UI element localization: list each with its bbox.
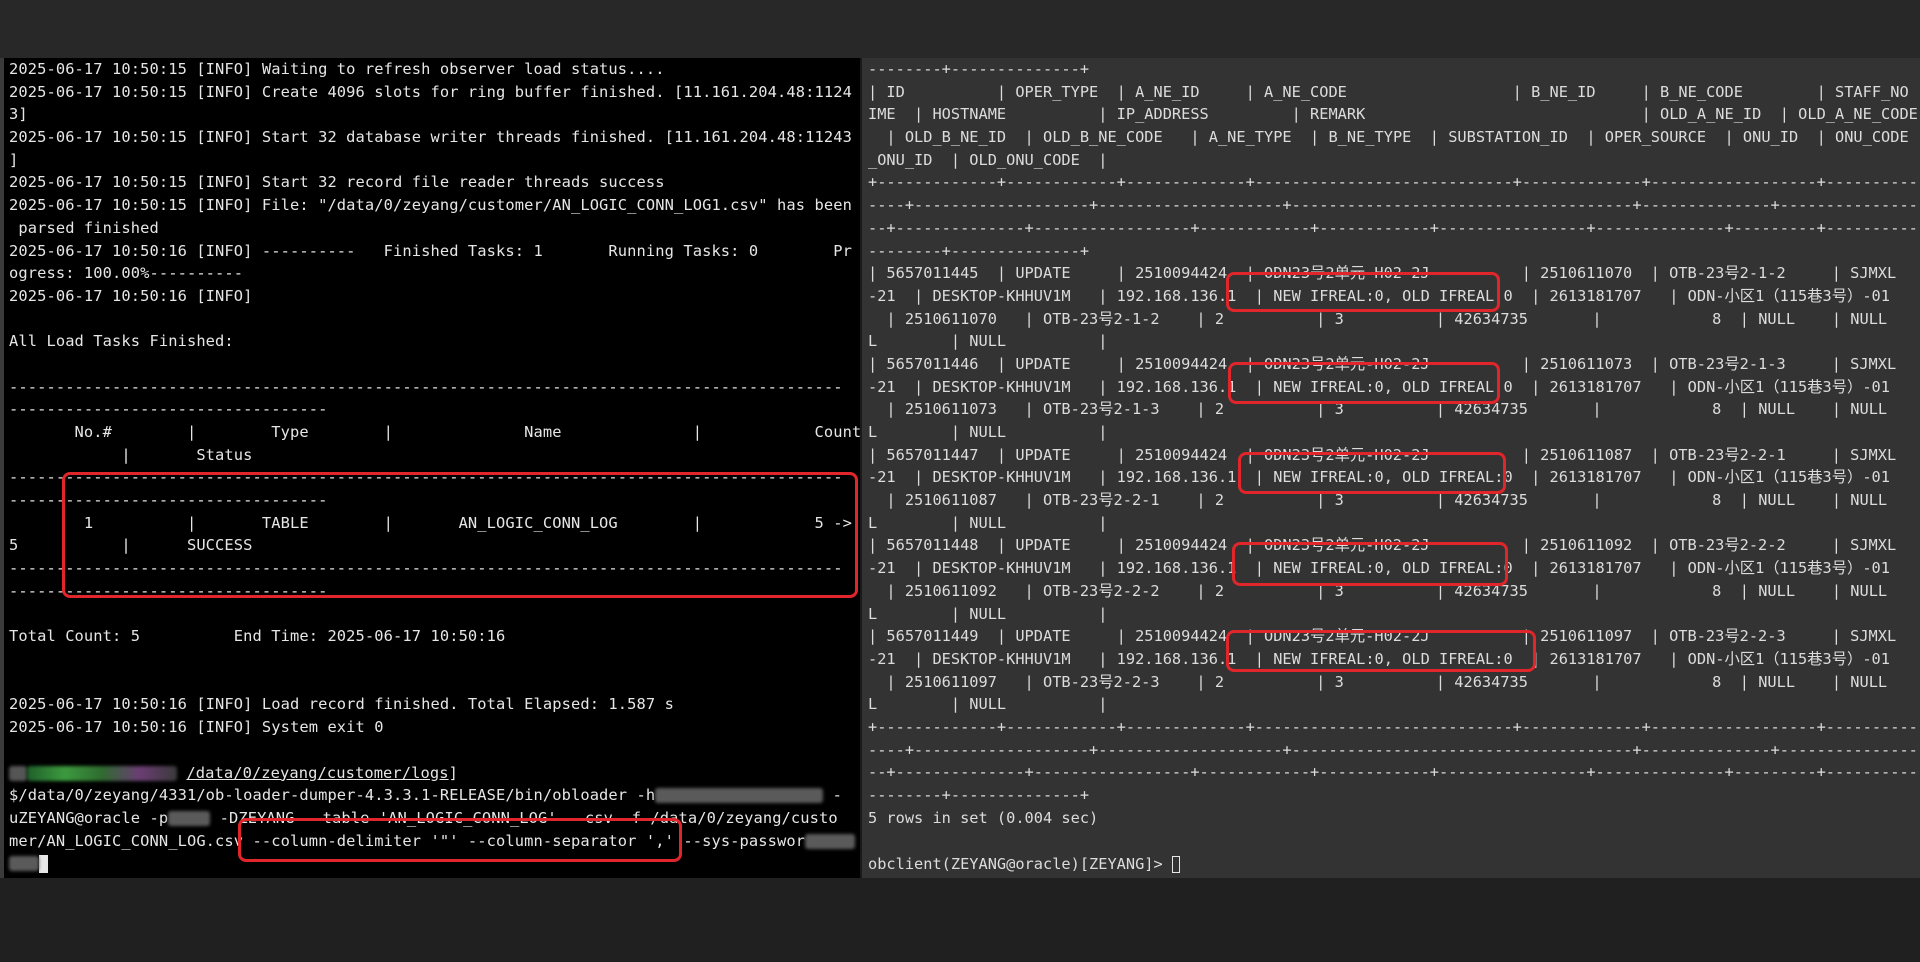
terminal-output-line: Total Count: 5 End Time: 2025-06-17 10:5… xyxy=(9,627,506,646)
terminal-output-line: ogress: 100.00%---------- xyxy=(9,264,244,283)
terminal-output-line: 2025-06-17 10:50:16 [INFO] ---------- Fi… xyxy=(9,241,852,260)
query-output-line: ----+-------------------+---------------… xyxy=(868,740,1920,759)
remark-highlight-row-4 xyxy=(1232,542,1508,586)
command-text-1: $/data/0/zeyang/4331/ob-loader-dumper-4.… xyxy=(9,786,656,805)
terminal-output-line xyxy=(9,353,860,376)
query-output-line xyxy=(868,829,1920,852)
query-output-line: --+--------------+-----------------+----… xyxy=(868,218,1920,237)
query-output-line: | ID | OPER_TYPE | A_NE_ID | A_NE_CODE |… xyxy=(868,82,1920,101)
terminal-output-line: 3] xyxy=(9,105,28,124)
query-output-line: _ONU_ID | OLD_ONU_CODE | xyxy=(868,150,1108,169)
terminal-output-line: | Status xyxy=(9,445,253,464)
query-output-line: L | NULL | xyxy=(868,423,1108,441)
query-output-line: --------+--------------+ xyxy=(868,786,1090,804)
query-output-line: L | NULL | xyxy=(868,513,1108,532)
left-terminal-output: 2025-06-17 10:50:15 [INFO] Waiting to re… xyxy=(9,58,860,761)
query-output-line: IME | HOSTNAME | IP_ADDRESS | REMARK | O… xyxy=(868,105,1918,124)
query-output-line: +-------------+------------+------------… xyxy=(868,173,1920,192)
terminal-output-line: ---------------------------------- xyxy=(9,400,328,419)
terminal-output-line: ] xyxy=(9,150,19,169)
terminal-output-line: parsed finished xyxy=(9,218,159,237)
query-output-line: | 2510611097 | OTB-23号2-2-3 | 2 | 3 | 42… xyxy=(868,672,1920,691)
terminal-output-line xyxy=(9,671,860,694)
terminal-output-line: All Load Tasks Finished: xyxy=(9,332,234,351)
query-output-line: L | NULL | xyxy=(868,604,1108,623)
terminal-output-line: 2025-06-17 10:50:15 [INFO] Start 32 data… xyxy=(9,128,852,147)
command-line-1: $/data/0/zeyang/4331/ob-loader-dumper-4.… xyxy=(9,784,855,807)
prompt-close: ] xyxy=(448,763,458,782)
query-output-line: ----+-------------------+---------------… xyxy=(868,196,1920,215)
query-output-line: --------+--------------+ xyxy=(868,60,1090,78)
remark-highlight-row-2 xyxy=(1228,362,1500,404)
terminal-output-line xyxy=(9,739,860,762)
query-output-line: +-------------+------------+------------… xyxy=(868,717,1920,736)
command-text-3-end: --sys-passwor xyxy=(673,831,806,850)
command-text-2: uZEYANG@oracle -p xyxy=(9,809,169,828)
terminal-cursor xyxy=(39,854,48,873)
remark-highlight-row-5 xyxy=(1226,630,1536,672)
terminal-output-line: 2025-06-17 10:50:15 [INFO] Create 4096 s… xyxy=(9,82,852,101)
terminal-output-line xyxy=(9,603,860,626)
redacted-sys-password xyxy=(805,833,856,849)
terminal-output-line: 2025-06-17 10:50:15 [INFO] File: "/data/… xyxy=(9,196,852,215)
query-output-line: | OLD_B_NE_ID | OLD_B_NE_CODE | A_NE_TYP… xyxy=(868,128,1920,147)
shell-prompt-line: /data/0/zeyang/customer/logs] xyxy=(9,762,855,785)
terminal-output-line: 2025-06-17 10:50:16 [INFO] Load record f… xyxy=(9,695,674,714)
terminal-output-line: 2025-06-17 10:50:15 [INFO] Start 32 reco… xyxy=(9,173,665,192)
redacted-host-arg xyxy=(655,788,824,804)
query-output-line: L | NULL | xyxy=(868,332,1108,351)
terminal-output-line: 2025-06-17 10:50:16 [INFO] System exit 0 xyxy=(9,717,384,736)
result-row-highlight xyxy=(62,472,858,598)
terminal-output-line: 2025-06-17 10:50:16 [INFO] xyxy=(9,286,253,305)
separator-flags-highlight xyxy=(238,818,682,862)
query-output-line: --+--------------+-----------------+----… xyxy=(868,763,1920,782)
terminal-output-line xyxy=(9,308,860,331)
window-top-bar xyxy=(0,0,1920,58)
terminal-output-line: No.# | Type | Name | Count xyxy=(9,423,860,441)
command-text-3: mer/AN_LOGIC_CONN_LOG.csv xyxy=(9,831,253,850)
terminal-cursor xyxy=(1171,855,1180,873)
redacted-prompt-user xyxy=(9,765,27,781)
right-terminal-prompt-block[interactable]: obclient(ZEYANG@oracle)[ZEYANG]> xyxy=(868,853,1180,876)
left-terminal-pane[interactable]: 2025-06-17 10:50:15 [INFO] Waiting to re… xyxy=(4,58,860,878)
redacted-password-arg xyxy=(168,811,211,827)
terminal-output-line: 2025-06-17 10:50:15 [INFO] Waiting to re… xyxy=(9,60,665,78)
redacted-prompt-host xyxy=(27,765,177,781)
query-output-line: L | NULL | xyxy=(868,695,1108,714)
command-text-1-end: - xyxy=(823,786,842,805)
remark-highlight-row-3 xyxy=(1238,452,1506,494)
obclient-prompt-line[interactable]: obclient(ZEYANG@oracle)[ZEYANG]> xyxy=(868,853,1180,876)
redacted-trailing-arg xyxy=(9,856,39,872)
query-output-line: 5 rows in set (0.004 sec) xyxy=(868,808,1099,827)
window-bottom-bar xyxy=(0,878,1920,962)
prompt-path: /data/0/zeyang/customer/logs xyxy=(186,763,449,782)
remark-highlight-row-1 xyxy=(1226,272,1500,312)
query-output-line: --------+--------------+ xyxy=(868,241,1090,260)
terminal-output-line: ----------------------------------------… xyxy=(9,377,843,396)
terminal-output-line xyxy=(9,648,860,671)
obclient-prompt: obclient(ZEYANG@oracle)[ZEYANG]> xyxy=(868,854,1172,873)
